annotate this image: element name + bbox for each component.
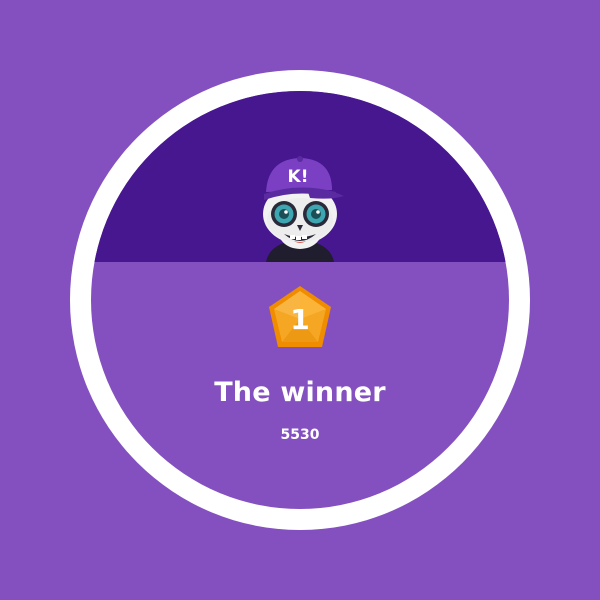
rank-medal: 1 xyxy=(269,286,331,347)
cap-logo-text: K! xyxy=(288,167,309,187)
winner-score: 5530 xyxy=(280,427,320,443)
winner-title: The winner xyxy=(214,377,386,408)
skull-avatar-with-cap-icon: K! xyxy=(263,156,344,262)
winner-badge: K! 1 The winner 5530 xyxy=(91,91,509,509)
rank-number: 1 xyxy=(290,303,309,336)
winner-screen: K! 1 The winner 5530 xyxy=(0,0,600,600)
